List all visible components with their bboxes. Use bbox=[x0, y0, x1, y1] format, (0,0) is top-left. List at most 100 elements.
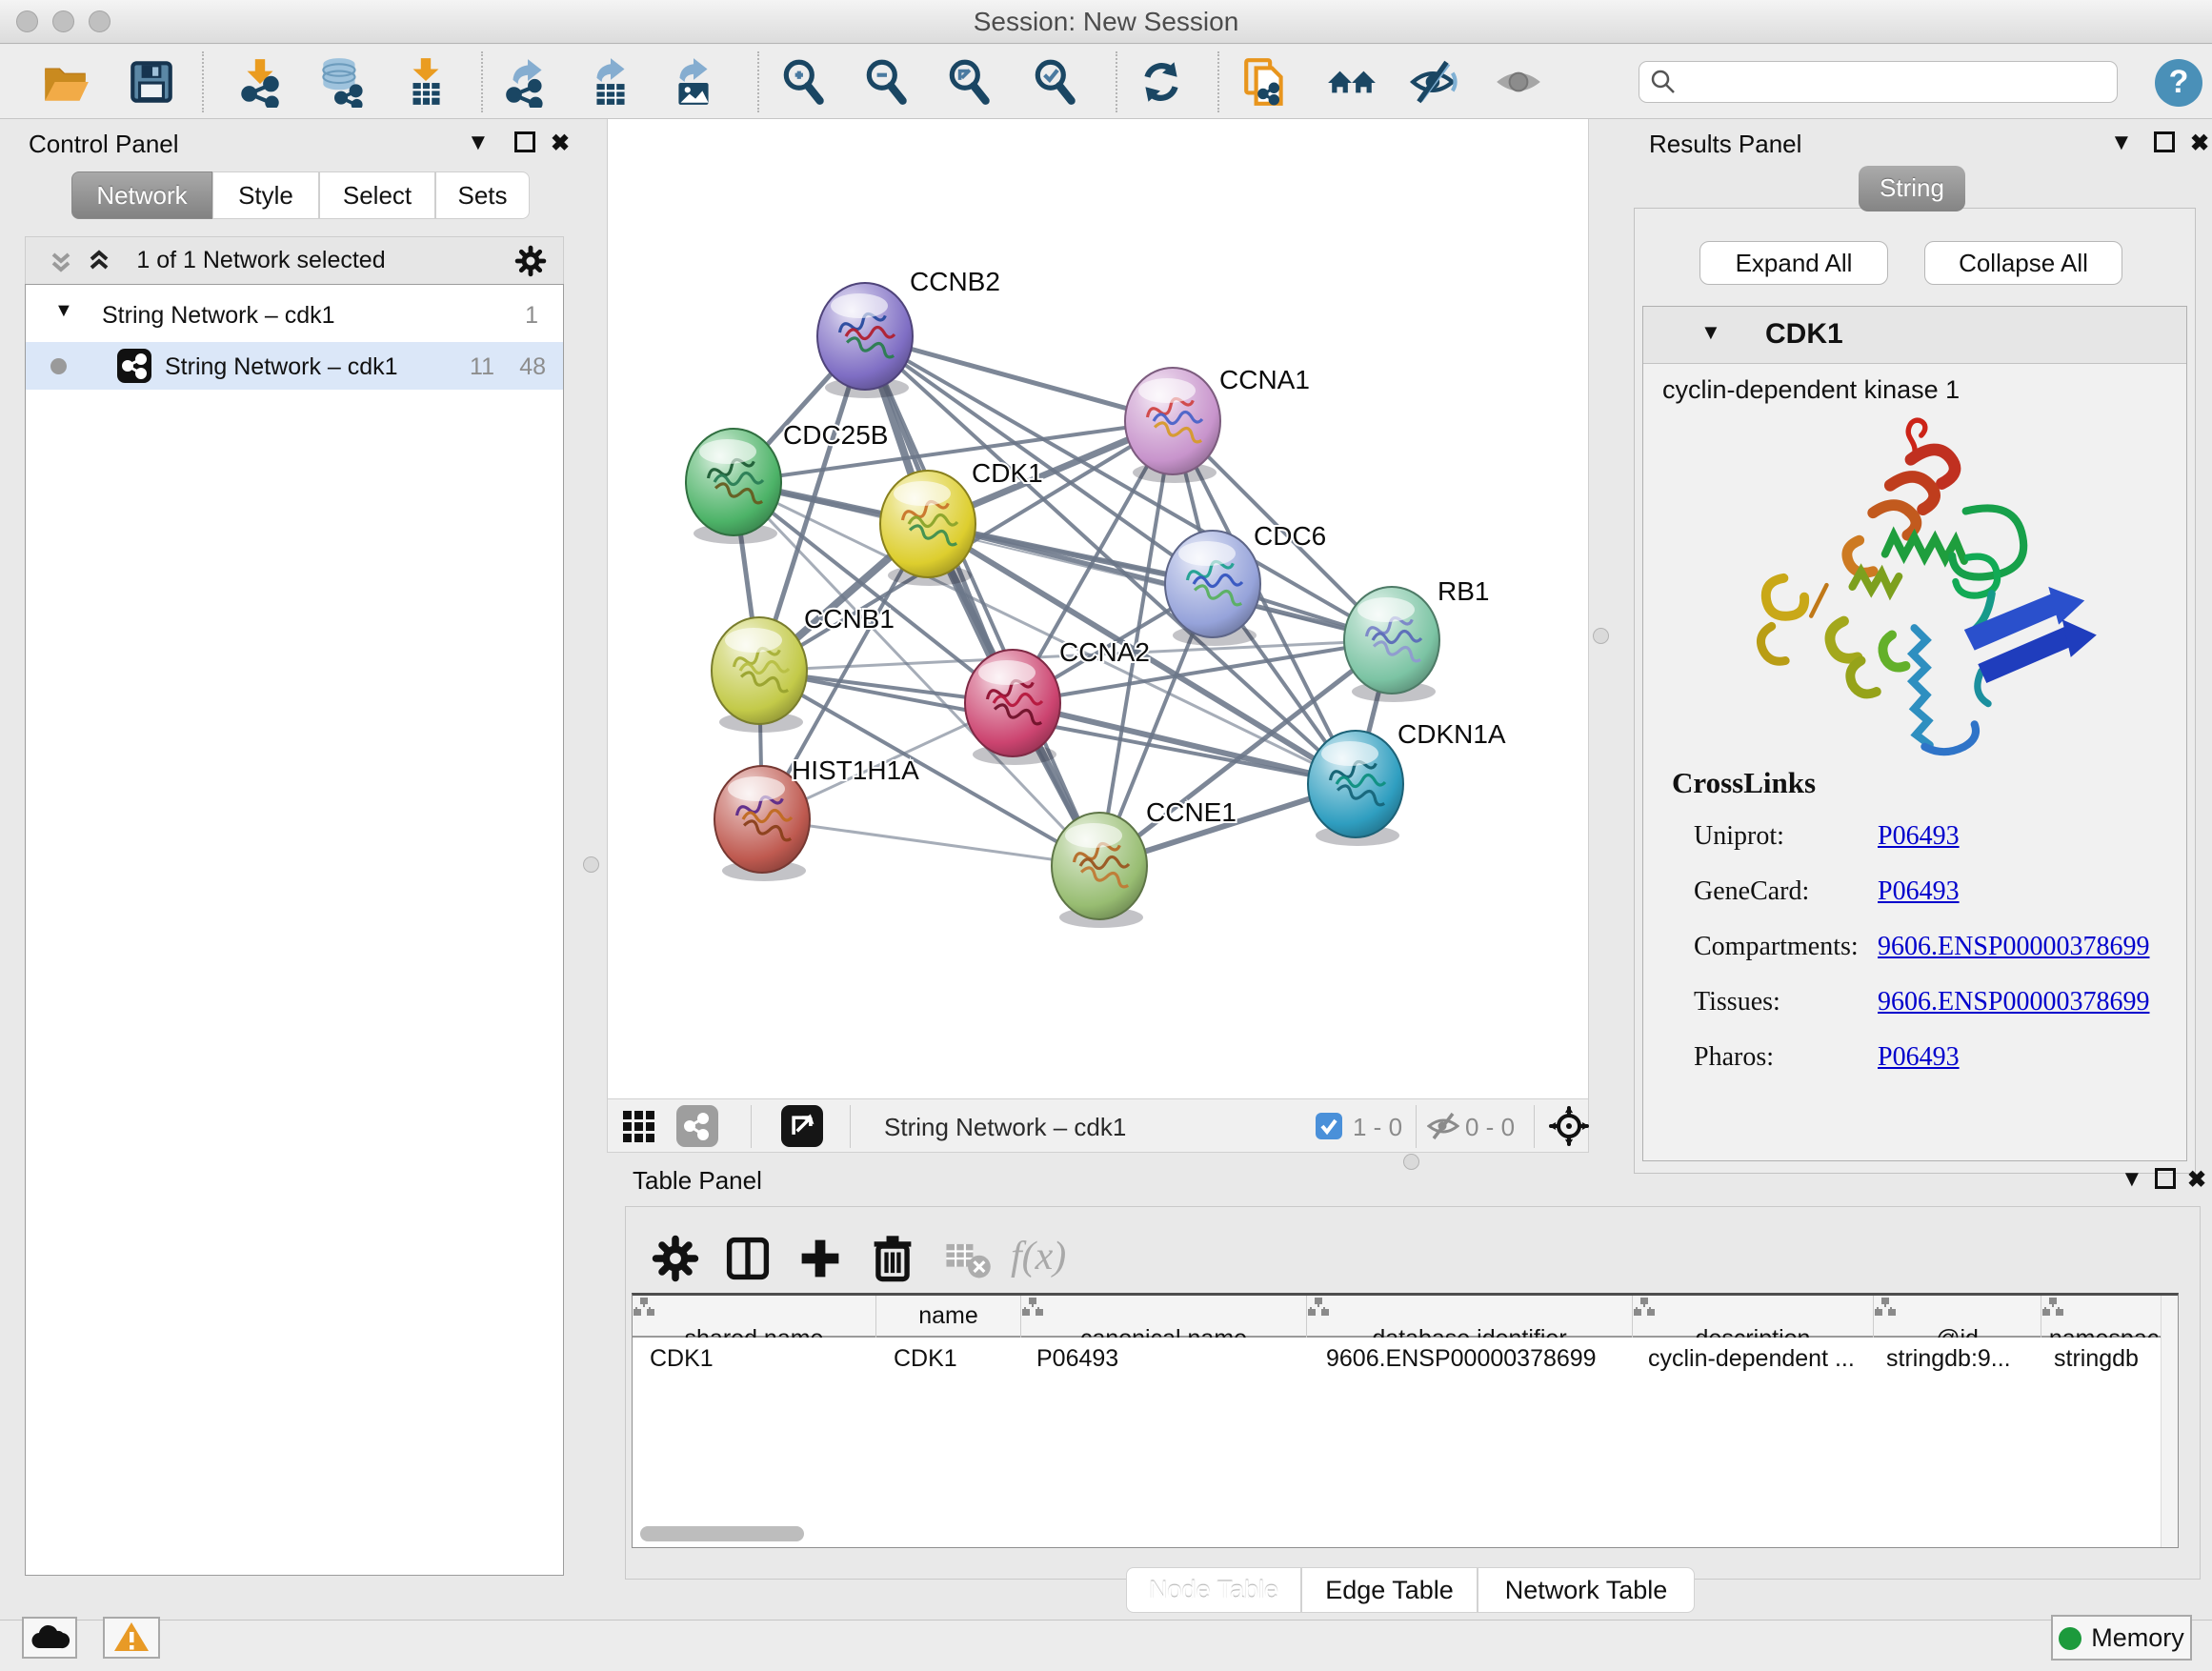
table-settings-gear-icon[interactable] bbox=[649, 1232, 702, 1285]
birdseye-crosshair-icon[interactable] bbox=[1549, 1106, 1589, 1146]
hidden-eye-slash-icon bbox=[1427, 1112, 1459, 1140]
table-cell[interactable]: 9606.ENSP00000378699 bbox=[1326, 1345, 1629, 1373]
tab-edge-table[interactable]: Edge Table bbox=[1301, 1567, 1478, 1613]
refresh-icon[interactable] bbox=[1136, 56, 1187, 108]
splitter-handle[interactable] bbox=[1593, 628, 1609, 644]
column-header[interactable]: namespace bbox=[2041, 1296, 2180, 1338]
column-header[interactable]: name bbox=[876, 1296, 1021, 1338]
string-view-icon[interactable] bbox=[676, 1105, 718, 1147]
delete-column-trash-icon[interactable] bbox=[866, 1232, 919, 1285]
splitter-handle[interactable] bbox=[583, 856, 599, 873]
collection-count: 1 bbox=[525, 302, 538, 330]
hide-selected-eye-slash-icon[interactable] bbox=[1409, 56, 1460, 108]
table-cell[interactable]: CDK1 bbox=[894, 1345, 1017, 1373]
control-panel: Control Panel ▼ ✖ Network Style Select S… bbox=[10, 122, 570, 1589]
table-box: f(x) shared name name canonical name dat… bbox=[625, 1206, 2201, 1580]
table-header-row: shared name name canonical name database… bbox=[633, 1296, 2178, 1338]
warnings-button[interactable] bbox=[103, 1617, 160, 1659]
float-panel-icon[interactable] bbox=[2154, 131, 2175, 159]
crosslink-link[interactable]: P06493 bbox=[1878, 1042, 1960, 1073]
network-row-selected[interactable]: String Network – cdk1 11 48 bbox=[26, 342, 563, 390]
node-label-CCNA1: CCNA1 bbox=[1219, 365, 1310, 394]
column-header[interactable]: canonical name bbox=[1021, 1296, 1307, 1338]
table-cell[interactable]: stringdb bbox=[2054, 1345, 2168, 1373]
crosslink-label: GeneCard: bbox=[1694, 876, 1809, 907]
help-button[interactable]: ? bbox=[2155, 59, 2202, 107]
expand-all-button[interactable]: Expand All bbox=[1699, 241, 1888, 285]
float-panel-icon[interactable] bbox=[514, 131, 535, 159]
network-options-gear-icon[interactable] bbox=[513, 244, 548, 278]
tab-sets[interactable]: Sets bbox=[435, 171, 530, 219]
column-header[interactable]: database identifier bbox=[1307, 1296, 1633, 1338]
clone-network-icon[interactable] bbox=[1240, 56, 1292, 108]
collapse-all-button[interactable]: Collapse All bbox=[1924, 241, 2122, 285]
panel-menu-icon[interactable]: ▼ bbox=[467, 130, 490, 156]
node-label-HIST1H1A: HIST1H1A bbox=[792, 755, 919, 785]
import-table-file-icon[interactable] bbox=[400, 56, 452, 108]
export-image-icon[interactable] bbox=[668, 56, 719, 108]
close-panel-icon[interactable]: ✖ bbox=[2187, 1166, 2206, 1194]
import-network-database-icon[interactable] bbox=[315, 56, 367, 108]
network-node-CCNE1 bbox=[1052, 813, 1147, 928]
tab-node-table[interactable]: Node Table bbox=[1126, 1567, 1301, 1613]
column-header[interactable]: shared name bbox=[633, 1296, 876, 1338]
gene-section-header[interactable]: ▼ CDK1 bbox=[1643, 307, 2186, 364]
node-label-CDKN1A: CDKN1A bbox=[1398, 719, 1506, 749]
tab-network[interactable]: Network bbox=[71, 171, 212, 219]
export-table-icon[interactable] bbox=[585, 56, 636, 108]
table-horizontal-scrollbar[interactable] bbox=[640, 1526, 804, 1541]
node-label-CDC25B: CDC25B bbox=[783, 420, 888, 450]
collapse-triangle-icon[interactable]: ▼ bbox=[1700, 320, 1721, 345]
float-panel-icon[interactable] bbox=[2155, 1168, 2176, 1196]
tab-string[interactable]: String bbox=[1859, 166, 1965, 211]
crosslinks-title: CrossLinks bbox=[1672, 766, 1816, 800]
network-canvas[interactable]: CCNB2CCNA1CDC25BCDK1CDC6RB1CCNB1CCNA2CDK… bbox=[607, 119, 1589, 1098]
save-session-icon[interactable] bbox=[126, 56, 177, 108]
crosslink-link[interactable]: 9606.ENSP00000378699 bbox=[1878, 987, 2149, 1017]
crosslink-link[interactable]: 9606.ENSP00000378699 bbox=[1878, 932, 2149, 962]
column-header[interactable]: @id bbox=[1874, 1296, 2041, 1338]
table-cell[interactable]: P06493 bbox=[1036, 1345, 1299, 1373]
detach-view-icon[interactable] bbox=[781, 1105, 823, 1147]
show-columns-icon[interactable] bbox=[721, 1232, 774, 1285]
zoom-selected-icon[interactable] bbox=[1030, 56, 1081, 108]
zoom-in-icon[interactable] bbox=[778, 56, 830, 108]
collapse-triangle-icon[interactable]: ▼ bbox=[54, 300, 73, 322]
panel-menu-icon[interactable]: ▼ bbox=[2121, 1166, 2143, 1193]
cloud-status-button[interactable] bbox=[22, 1617, 77, 1659]
table-cell[interactable]: stringdb:9... bbox=[1886, 1345, 2029, 1373]
home-pages-icon[interactable] bbox=[1326, 56, 1377, 108]
close-panel-icon[interactable]: ✖ bbox=[2190, 130, 2209, 157]
panel-menu-icon[interactable]: ▼ bbox=[2110, 130, 2133, 156]
add-column-icon[interactable] bbox=[794, 1232, 847, 1285]
table-cell[interactable]: cyclin-dependent ... bbox=[1648, 1345, 1867, 1373]
network-node-CCNB1 bbox=[712, 617, 807, 733]
tab-style[interactable]: Style bbox=[212, 171, 319, 219]
node-label-RB1: RB1 bbox=[1438, 576, 1489, 606]
memory-button[interactable]: Memory bbox=[2051, 1615, 2192, 1661]
selected-counts: 1 - 0 bbox=[1353, 1113, 1402, 1142]
network-node-CCNA1 bbox=[1125, 368, 1220, 483]
import-network-file-icon[interactable] bbox=[234, 56, 286, 108]
open-session-icon[interactable] bbox=[40, 56, 91, 108]
selected-checkbox-icon[interactable] bbox=[1315, 1112, 1343, 1140]
zoom-out-icon[interactable] bbox=[861, 56, 913, 108]
export-network-icon[interactable] bbox=[501, 56, 553, 108]
network-collection-row[interactable]: ▼ String Network – cdk1 1 bbox=[26, 291, 563, 338]
network-node-CDC25B bbox=[686, 429, 781, 544]
zoom-fit-icon[interactable] bbox=[944, 56, 995, 108]
tab-select[interactable]: Select bbox=[319, 171, 435, 219]
table-cell[interactable]: CDK1 bbox=[650, 1345, 869, 1373]
string-results-box: Expand All Collapse All ▼ CDK1 cyclin-de… bbox=[1634, 208, 2196, 1174]
show-all-eye-icon[interactable] bbox=[1493, 56, 1544, 108]
search-input[interactable] bbox=[1639, 61, 2118, 103]
edge-count: 48 bbox=[519, 353, 546, 381]
column-header[interactable]: description bbox=[1633, 1296, 1874, 1338]
crosslink-link[interactable]: P06493 bbox=[1878, 876, 1960, 907]
crosslink-link[interactable]: P06493 bbox=[1878, 821, 1960, 852]
table-vertical-scrollbar[interactable] bbox=[2161, 1296, 2178, 1547]
grid-view-icon[interactable] bbox=[621, 1109, 657, 1145]
close-panel-icon[interactable]: ✖ bbox=[551, 130, 570, 157]
crosslink-label: Pharos: bbox=[1694, 1042, 1774, 1073]
tab-network-table[interactable]: Network Table bbox=[1478, 1567, 1695, 1613]
